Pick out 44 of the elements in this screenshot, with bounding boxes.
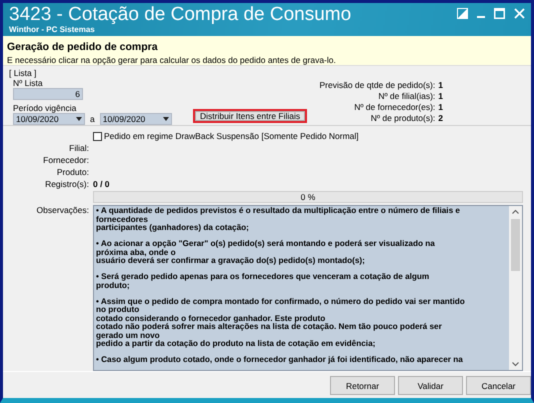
field-label: Nº Lista — [13, 78, 44, 88]
progress-reading: 0 % — [300, 192, 316, 202]
observation-paragraph: • A quantidade de pedidos previstos é o resultado da multiplicação entre o número de filiais e fornecedores participantes (ganhadores) da cotação; — [96, 207, 461, 232]
summary-value: 1 — [438, 102, 443, 112]
window-title: 3423 - Cotação de Compra de Consumo — [9, 4, 352, 25]
scrollbar[interactable] — [509, 206, 522, 370]
dialog-button[interactable]: Retornar — [330, 376, 395, 395]
date-separator: a — [90, 114, 95, 124]
field-value: 0 / 0 — [93, 179, 111, 189]
summary-label: Nº de produto(s): — [370, 112, 436, 123]
close-icon[interactable] — [514, 8, 525, 19]
list-number-field[interactable]: 6 — [13, 88, 83, 100]
date-dropdown[interactable]: 10/09/2020 — [13, 112, 85, 125]
window-subtitle: Winthor - PC Sistemas — [9, 24, 96, 35]
summary-value: 2 — [438, 112, 443, 123]
summary-label: Previsão de qtde de pedido(s): — [319, 80, 436, 90]
observation-paragraph: • Será gerado pedido apenas para os fornecedores que venceram a cotação de algum produto; — [96, 273, 430, 290]
field-label: Fornecedor: — [42, 155, 89, 165]
summary-label: Nº de fornecedor(es): — [354, 102, 436, 112]
distribute-button[interactable]: Distribuir Itens entre Filiais — [193, 109, 308, 123]
field-label: Registro(s): — [44, 179, 89, 189]
field-label: Produto: — [56, 167, 89, 177]
field-label: Período vigência — [13, 102, 78, 113]
summary-value: 1 — [438, 80, 443, 90]
field-label: Observações: — [36, 205, 89, 217]
checkbox-label: Pedido em regime DrawBack Suspensão [Somente Pedido Normal] — [104, 131, 359, 141]
caret-icon — [162, 116, 169, 121]
checkbox[interactable] — [93, 132, 102, 140]
observation-paragraph: • Caso algum produto cotado, onde o fornecedor ganhador já foi identificado, não aparecer na — [96, 356, 464, 364]
summary-value: 1 — [438, 90, 443, 101]
instruction-text: E necessário clicar na opção gerar para calcular os dados do pedido antes de grava-lo. — [7, 54, 337, 66]
section-title: Geração de pedido de compra — [7, 40, 159, 53]
maximize-icon[interactable] — [494, 8, 505, 19]
field-label: Filial: — [68, 143, 89, 153]
observation-paragraph: • Ao acionar a opção "Gerar" o(s) pedido(s) será montando e poderá ser visualizado na próxima aba, onde o usuário deverá ser confirmar a gravação do(s) pedido(s) montado(s); — [96, 240, 436, 266]
dialog-button[interactable]: Cancelar — [466, 376, 531, 395]
group-label: [ Lista ] — [9, 68, 38, 78]
observation-paragraph: • Assim que o pedido de compra montado for confirmado, o número do pedido vai ser mantido no produto cotado considerando o fornecedor ganhador. Este produto cotado não poderá sofrer mais alterações na lista de cotação. Nem tão pouco poderá ser gerado um novo pedido a partir da cotação do produto na lista de cotação em evidência; — [96, 298, 466, 348]
date-dropdown[interactable]: 10/09/2020 — [100, 112, 172, 125]
scrollbar-thumb[interactable] — [511, 219, 520, 271]
dialog-button[interactable]: Validar — [398, 376, 463, 395]
resize-icon[interactable] — [457, 8, 468, 19]
summary-label: Nº de filial(ias): — [378, 90, 436, 101]
caret-icon — [76, 116, 82, 121]
